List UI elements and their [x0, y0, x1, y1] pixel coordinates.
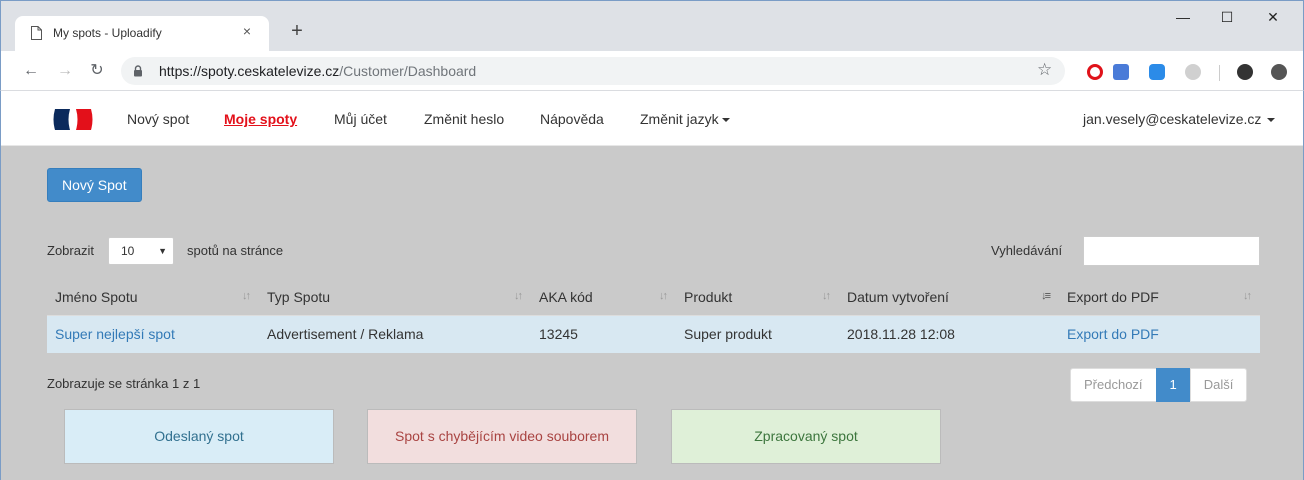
nav-help[interactable]: Nápověda — [540, 111, 604, 127]
back-icon[interactable]: ← — [21, 61, 41, 81]
profile-icon[interactable] — [1237, 64, 1253, 80]
page-icon — [31, 26, 42, 40]
aka-code-cell: 13245 — [531, 315, 676, 353]
spot-name-link[interactable]: Super nejlepší spot — [47, 315, 259, 353]
ceske-televize-logo[interactable] — [52, 107, 94, 132]
length-suffix: spotů na stránce — [187, 243, 284, 258]
close-window-button[interactable]: ✕ — [1253, 9, 1293, 33]
url-text: https://spoty.ceskatelevize.cz/Customer/… — [159, 63, 477, 79]
table-row: Super nejlepší spot Advertisement / Rekl… — [47, 315, 1260, 353]
pagination: Předchozí 1 Další — [1070, 368, 1248, 402]
search-input[interactable] — [1083, 236, 1260, 266]
new-spot-button[interactable]: Nový Spot — [47, 168, 142, 202]
gray-extension-icon[interactable] — [1185, 64, 1201, 80]
minimize-button[interactable]: — — [1163, 9, 1203, 33]
pagination-next[interactable]: Další — [1189, 368, 1248, 402]
address-bar[interactable]: https://spoty.ceskatelevize.cz/Customer/… — [121, 57, 1065, 85]
legend-processed-spot: Zpracovaný spot — [671, 409, 941, 464]
column-header-type[interactable]: Typ Spotu ↓↑ — [259, 279, 531, 316]
toolbar-divider — [1219, 65, 1220, 81]
page-length-value: 10 — [121, 244, 135, 258]
table-header-row: Jméno Spotu ↓↑ Typ Spotu ↓↑ AKA kód ↓↑ Prod… — [47, 279, 1260, 316]
tab-close-icon[interactable]: × — [237, 23, 257, 39]
browser-titlebar: My spots - Uploadify × + — ☐ ✕ — [0, 0, 1304, 52]
export-pdf-link[interactable]: Export do PDF — [1059, 315, 1260, 353]
sort-icon: ↓↑ — [1243, 290, 1252, 302]
forward-icon[interactable]: → — [55, 61, 75, 81]
column-header-aka[interactable]: AKA kód ↓↑ — [531, 279, 676, 316]
new-tab-button[interactable]: + — [285, 19, 309, 43]
nav-change-password[interactable]: Změnit heslo — [424, 111, 504, 127]
product-cell: Super produkt — [676, 315, 839, 353]
column-header-export[interactable]: Export do PDF ↓↑ — [1059, 279, 1260, 316]
maximize-button[interactable]: ☐ — [1207, 9, 1247, 33]
column-header-name[interactable]: Jméno Spotu ↓↑ — [47, 279, 259, 316]
tab-title: My spots - Uploadify — [53, 26, 162, 40]
sort-icon: ↓↑ — [242, 290, 251, 302]
search-label: Vyhledávání — [991, 243, 1063, 258]
table-info: Zobrazuje se stránka 1 z 1 — [47, 376, 201, 391]
translate-icon[interactable] — [1113, 64, 1129, 80]
column-header-created[interactable]: Datum vytvoření ↓≡ — [839, 279, 1059, 316]
sort-desc-icon: ↓≡ — [1041, 290, 1051, 302]
nav-my-spots[interactable]: Moje spoty — [224, 111, 297, 127]
chevron-down-icon — [1267, 118, 1276, 123]
chevron-down-icon: ▼ — [158, 246, 167, 256]
sort-icon: ↓↑ — [514, 290, 523, 302]
nav-change-language[interactable]: Změnit jazyk — [640, 111, 730, 127]
column-header-product[interactable]: Produkt ↓↑ — [676, 279, 839, 316]
sort-icon: ↓↑ — [659, 290, 668, 302]
opera-icon[interactable] — [1087, 64, 1103, 80]
pagination-page-1[interactable]: 1 — [1155, 368, 1191, 402]
chevron-down-icon — [721, 118, 730, 123]
length-prefix: Zobrazit — [47, 243, 94, 258]
legend-missing-video-spot: Spot s chybějícím video souborem — [367, 409, 637, 464]
browser-toolbar: ← → ↻ https://spoty.ceskatelevize.cz/Cus… — [0, 51, 1304, 91]
nav-my-account[interactable]: Můj účet — [334, 111, 387, 127]
star-icon[interactable]: ☆ — [1037, 60, 1052, 80]
nav-new-spot[interactable]: Nový spot — [127, 111, 189, 127]
site-navbar: Nový spot Moje spoty Můj účet Změnit hes… — [1, 91, 1303, 146]
lock-icon — [134, 65, 142, 77]
reload-icon[interactable]: ↻ — [87, 61, 107, 81]
spot-type-cell: Advertisement / Reklama — [259, 315, 531, 353]
pagination-previous[interactable]: Předchozí — [1070, 368, 1157, 402]
browser-tab[interactable]: My spots - Uploadify × — [15, 16, 269, 52]
spots-table: Jméno Spotu ↓↑ Typ Spotu ↓↑ AKA kód ↓↑ Prod… — [47, 279, 1260, 353]
user-menu[interactable]: jan.vesely@ceskatelevize.cz — [1083, 111, 1276, 127]
legend-sent-spot: Odeslaný spot — [64, 409, 334, 464]
page-length-select[interactable]: 10 ▼ — [108, 237, 174, 265]
created-date-cell: 2018.11.28 12:08 — [839, 315, 1059, 353]
update-icon[interactable] — [1271, 64, 1287, 80]
cloud-icon[interactable] — [1149, 64, 1165, 80]
page-content: Nový spot Moje spoty Můj účet Změnit hes… — [0, 91, 1304, 480]
sort-icon: ↓↑ — [822, 290, 831, 302]
